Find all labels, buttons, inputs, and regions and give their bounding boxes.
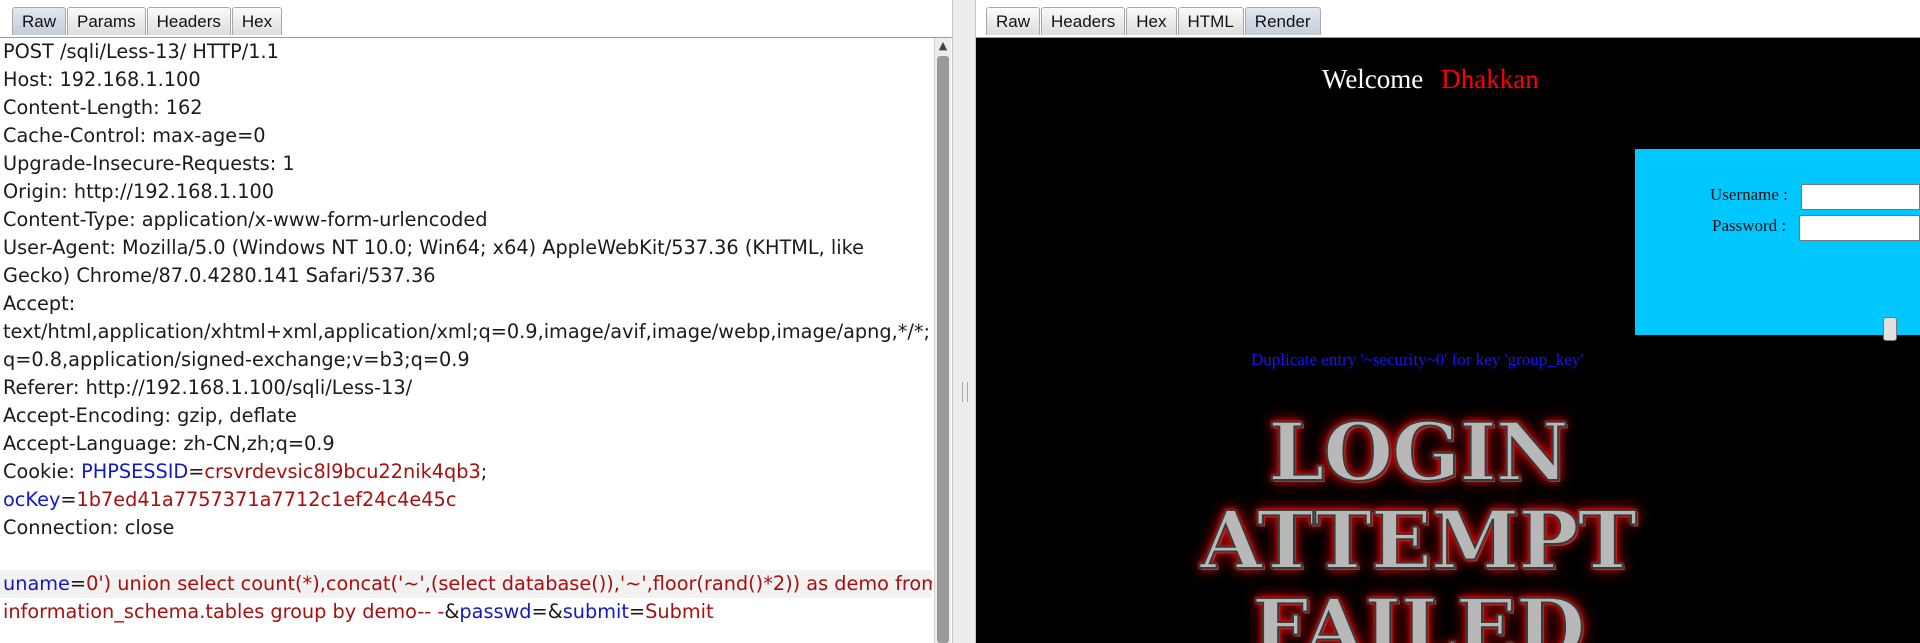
request-text: Cookie: — [3, 460, 82, 483]
request-text: text/html,application/xhtml+xml,applicat… — [3, 320, 931, 343]
request-line: uname=0') union select count(*),concat('… — [0, 570, 932, 598]
response-tab-hex[interactable]: Hex — [1126, 7, 1177, 35]
request-text: Connection: close — [3, 516, 175, 539]
password-label: Password : — [1712, 216, 1787, 235]
request-text: User-Agent: Mozilla/5.0 (Windows NT 10.0… — [3, 236, 864, 259]
request-tab-hex[interactable]: Hex — [231, 7, 283, 35]
request-text: ; — [480, 460, 488, 483]
response-tab-html[interactable]: HTML — [1177, 7, 1244, 35]
banner-line-2: FAILED — [1251, 581, 1586, 643]
request-text: q=0.8,application/signed-exchange;v=b3;q… — [3, 348, 470, 371]
request-line: Origin: http://192.168.1.100 — [0, 178, 932, 206]
password-input[interactable] — [1799, 215, 1920, 241]
request-pane: Raw Params Headers Hex POST /sqli/Less-13/ … — [0, 0, 952, 643]
request-text: = — [60, 488, 77, 511]
welcome-text: Welcome — [1322, 64, 1424, 94]
request-text: Accept-Encoding: gzip, deflate — [3, 404, 297, 427]
request-text: Host: 192.168.1.100 — [3, 68, 201, 91]
request-text: Accept: — [3, 292, 76, 315]
request-text: = — [188, 460, 205, 483]
request-text: Content-Length: 162 — [3, 96, 203, 119]
request-line: Host: 192.168.1.100 — [0, 66, 932, 94]
divider-grip-icon[interactable] — [962, 382, 968, 402]
request-line: text/html,application/xhtml+xml,applicat… — [0, 318, 932, 346]
welcome-heading: Welcome Dhakkan — [1322, 64, 1539, 95]
param-key: PHPSESSID — [81, 460, 189, 483]
login-failed-banner: LOGIN ATTEMPT FAILED — [1048, 405, 1788, 643]
request-tab-headers[interactable]: Headers — [146, 7, 231, 35]
request-line: information_schema.tables group by demo-… — [0, 598, 932, 626]
response-tab-bar: Raw Headers Hex HTML Render — [976, 0, 1920, 38]
banner-line-1: LOGIN ATTEMPT — [1199, 405, 1638, 587]
rendered-response: Welcome Dhakkan Username : Password : Dup… — [976, 38, 1920, 643]
request-tabs: Raw Params Headers Hex — [12, 7, 283, 35]
request-text: POST /sqli/Less-13/ HTTP/1.1 — [3, 40, 279, 63]
request-line: Content-Length: 162 — [0, 94, 932, 122]
submit-button[interactable] — [1883, 317, 1897, 341]
scroll-thumb[interactable] — [937, 56, 949, 643]
sql-error-message: Duplicate entry '~security~0' for key 'g… — [1251, 350, 1584, 369]
username-input[interactable] — [1801, 184, 1920, 210]
request-line: Connection: close — [0, 514, 932, 542]
param-value: crsvrdevsic8l9bcu22nik4qb3 — [204, 460, 481, 483]
request-text: Gecko) Chrome/87.0.4280.141 Safari/537.3… — [3, 264, 436, 287]
request-tab-params[interactable]: Params — [67, 7, 146, 35]
pane-divider[interactable] — [952, 0, 976, 643]
request-text: Origin: http://192.168.1.100 — [3, 180, 275, 203]
request-text: Upgrade-Insecure-Requests: 1 — [3, 152, 295, 175]
scroll-up-arrow-icon[interactable]: ▲ — [935, 38, 951, 54]
param-key: uname — [3, 572, 70, 595]
request-line: Cache-Control: max-age=0 — [0, 122, 932, 150]
request-line: Content-Type: application/x-www-form-url… — [0, 206, 932, 234]
request-line: q=0.8,application/signed-exchange;v=b3;q… — [0, 346, 932, 374]
request-text: Content-Type: application/x-www-form-url… — [3, 208, 488, 231]
param-key: ocKey — [3, 488, 61, 511]
welcome-username: Dhakkan — [1441, 64, 1539, 94]
request-line: Upgrade-Insecure-Requests: 1 — [0, 150, 932, 178]
param-value: 0') union select count(*),concat('~',(se… — [86, 572, 932, 595]
param-value: 1b7ed41a7757371a7712c1ef24c4e45c — [76, 488, 457, 511]
request-line: Cookie: PHPSESSID=crsvrdevsic8l9bcu22nik… — [0, 458, 932, 486]
param-value: information_schema.tables group by demo-… — [3, 600, 445, 623]
request-line: Gecko) Chrome/87.0.4280.141 Safari/537.3… — [0, 262, 932, 290]
login-form: Username : Password : — [1635, 149, 1920, 341]
request-line: Referer: http://192.168.1.100/sqli/Less-… — [0, 374, 932, 402]
request-text: = — [628, 600, 646, 623]
request-tab-raw[interactable]: Raw — [12, 7, 67, 35]
param-value: Submit — [645, 600, 714, 623]
request-line: Accept: — [0, 290, 932, 318]
request-line: ocKey=1b7ed41a7757371a7712c1ef24c4e45c — [0, 486, 932, 514]
request-text: Referer: http://192.168.1.100/sqli/Less-… — [3, 376, 413, 399]
request-tab-bar: Raw Params Headers Hex — [0, 0, 952, 38]
request-text: Cache-Control: max-age=0 — [3, 124, 266, 147]
request-line: Accept-Encoding: gzip, deflate — [0, 402, 932, 430]
request-text: & — [444, 600, 460, 623]
response-tab-raw[interactable]: Raw — [986, 7, 1041, 35]
request-line — [0, 542, 932, 570]
response-tabs: Raw Headers Hex HTML Render — [986, 7, 1322, 35]
request-text: Accept-Language: zh-CN,zh;q=0.9 — [3, 432, 335, 455]
request-text: =& — [531, 600, 563, 623]
request-line: Accept-Language: zh-CN,zh;q=0.9 — [0, 430, 932, 458]
response-tab-render[interactable]: Render — [1244, 7, 1321, 35]
request-scrollbar[interactable]: ▲ — [934, 38, 951, 643]
response-tab-headers[interactable]: Headers — [1041, 7, 1126, 35]
username-label: Username : — [1710, 185, 1788, 204]
request-text: = — [69, 572, 87, 595]
request-line: User-Agent: Mozilla/5.0 (Windows NT 10.0… — [0, 234, 932, 262]
param-key: submit — [562, 600, 629, 623]
request-editor[interactable]: POST /sqli/Less-13/ HTTP/1.1 Host: 192.16… — [0, 38, 932, 643]
request-line: POST /sqli/Less-13/ HTTP/1.1 — [0, 38, 932, 66]
param-key: passwd — [459, 600, 532, 623]
